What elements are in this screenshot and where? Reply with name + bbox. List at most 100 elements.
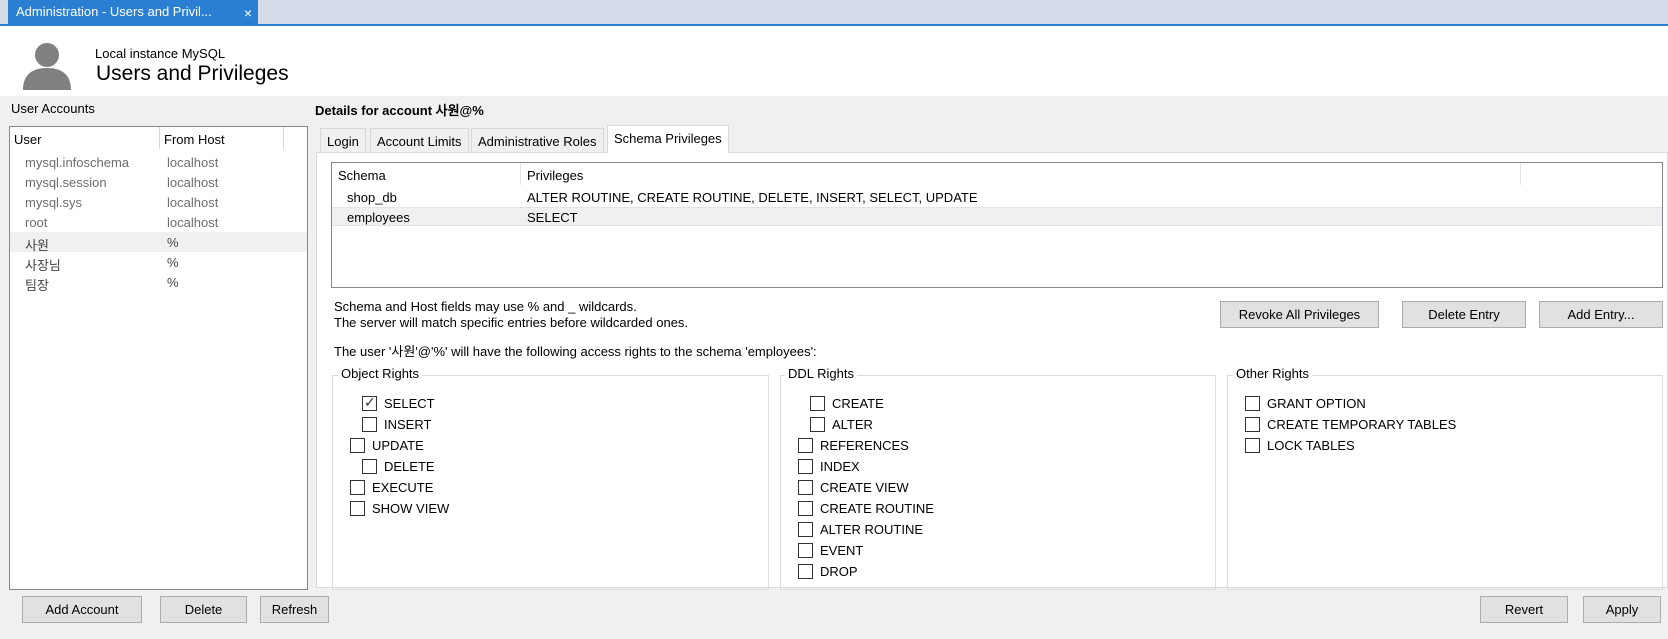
- add-entry-button[interactable]: Add Entry...: [1539, 301, 1663, 328]
- schema-name: shop_db: [347, 190, 397, 205]
- checkbox-drop[interactable]: DROP: [798, 564, 858, 582]
- checkbox-create-routine-box[interactable]: [798, 501, 813, 516]
- schema-privileges: ALTER ROUTINE, CREATE ROUTINE, DELETE, I…: [527, 190, 978, 205]
- column-header-privileges[interactable]: Privileges: [521, 163, 1521, 185]
- checkbox-references[interactable]: REFERENCES: [798, 438, 909, 456]
- user-host: localhost: [167, 215, 219, 230]
- checkbox-create[interactable]: CREATE: [810, 396, 884, 414]
- schema-privileges: SELECT: [527, 210, 578, 225]
- checkbox-index-box[interactable]: [798, 459, 813, 474]
- checkbox-alter-routine[interactable]: ALTER ROUTINE: [798, 522, 923, 540]
- checkbox-update-box[interactable]: [350, 438, 365, 453]
- revoke-all-privileges-button[interactable]: Revoke All Privileges: [1220, 301, 1379, 328]
- tab-account-limits[interactable]: Account Limits: [370, 128, 469, 153]
- user-name: root: [25, 215, 48, 230]
- table-row-selected[interactable]: employees SELECT: [332, 207, 1662, 226]
- user-host: %: [167, 275, 179, 290]
- user-row[interactable]: root localhost: [10, 212, 307, 232]
- checkbox-create-box[interactable]: [810, 396, 825, 411]
- checkbox-references-box[interactable]: [798, 438, 813, 453]
- column-header-from-host[interactable]: From Host: [160, 127, 284, 149]
- user-name: mysql.infoschema: [25, 155, 130, 170]
- tab-login[interactable]: Login: [320, 128, 366, 153]
- tab-administrative-roles[interactable]: Administrative Roles: [471, 128, 604, 153]
- checkbox-create-view[interactable]: CREATE VIEW: [798, 480, 909, 498]
- checkbox-create-routine[interactable]: CREATE ROUTINE: [798, 501, 934, 519]
- checkbox-drop-label: DROP: [820, 564, 858, 579]
- delete-account-button[interactable]: Delete: [160, 596, 247, 623]
- user-host: localhost: [167, 175, 219, 190]
- document-tab[interactable]: Administration - Users and Privil... ×: [8, 0, 258, 24]
- checkbox-insert[interactable]: INSERT: [362, 417, 431, 435]
- checkbox-grant-option-box[interactable]: [1245, 396, 1260, 411]
- checkbox-execute-box[interactable]: [350, 480, 365, 495]
- checkbox-delete[interactable]: DELETE: [362, 459, 435, 477]
- checkbox-references-label: REFERENCES: [820, 438, 909, 453]
- user-accounts-list[interactable]: User From Host mysql.infoschema localhos…: [9, 126, 308, 590]
- apply-button[interactable]: Apply: [1583, 596, 1661, 623]
- checkbox-update-label: UPDATE: [372, 438, 424, 453]
- checkbox-delete-box[interactable]: [362, 459, 377, 474]
- checkbox-lock-tables-box[interactable]: [1245, 438, 1260, 453]
- user-accounts-label: User Accounts: [11, 101, 95, 116]
- other-rights-title: Other Rights: [1233, 366, 1312, 381]
- checkbox-grant-option-label: GRANT OPTION: [1267, 396, 1366, 411]
- user-row[interactable]: mysql.sys localhost: [10, 192, 307, 212]
- checkbox-select-label: SELECT: [384, 396, 435, 411]
- checkbox-drop-box[interactable]: [798, 564, 813, 579]
- access-rights-note: The user '사원'@'%' will have the followin…: [334, 344, 817, 359]
- user-row-selected[interactable]: 사원 %: [10, 232, 307, 253]
- checkbox-create-view-box[interactable]: [798, 480, 813, 495]
- account-details-title: Details for account 사원@%: [315, 103, 484, 118]
- ddl-rights-title: DDL Rights: [785, 366, 857, 381]
- object-rights-title: Object Rights: [338, 366, 423, 381]
- checkbox-update[interactable]: UPDATE: [350, 438, 424, 456]
- user-row[interactable]: 팀장 %: [10, 272, 307, 293]
- checkbox-alter[interactable]: ALTER: [810, 417, 873, 435]
- checkbox-alter-label: ALTER: [832, 417, 873, 432]
- column-header-schema[interactable]: Schema: [332, 163, 521, 185]
- instance-name: Local instance MySQL: [95, 46, 226, 61]
- table-row[interactable]: shop_db ALTER ROUTINE, CREATE ROUTINE, D…: [332, 188, 1662, 207]
- user-host: localhost: [167, 195, 219, 210]
- page-header: Local instance MySQL Users and Privilege…: [0, 26, 1668, 96]
- checkbox-alter-box[interactable]: [810, 417, 825, 432]
- user-name: mysql.session: [25, 175, 107, 190]
- add-account-button[interactable]: Add Account: [22, 596, 142, 623]
- checkbox-grant-option[interactable]: GRANT OPTION: [1245, 396, 1366, 414]
- schema-privileges-table[interactable]: Schema Privileges shop_db ALTER ROUTINE,…: [331, 162, 1663, 288]
- checkbox-insert-label: INSERT: [384, 417, 432, 432]
- checkbox-event[interactable]: EVENT: [798, 543, 863, 561]
- user-silhouette-icon: [23, 43, 71, 90]
- checkbox-execute[interactable]: EXECUTE: [350, 480, 433, 498]
- checkbox-index[interactable]: INDEX: [798, 459, 860, 477]
- user-row[interactable]: 사장님 %: [10, 252, 307, 273]
- checkbox-lock-tables[interactable]: LOCK TABLES: [1245, 438, 1355, 456]
- wildcard-hint-2: The server will match specific entries b…: [334, 315, 689, 330]
- checkbox-show-view[interactable]: SHOW VIEW: [350, 501, 449, 519]
- user-host: %: [167, 235, 179, 250]
- user-row[interactable]: mysql.infoschema localhost: [10, 152, 307, 172]
- checkbox-select[interactable]: SELECT: [362, 394, 435, 414]
- checkbox-event-box[interactable]: [798, 543, 813, 558]
- revert-button[interactable]: Revert: [1480, 596, 1568, 623]
- column-header-user[interactable]: User: [10, 127, 160, 149]
- checkbox-index-label: INDEX: [820, 459, 860, 474]
- user-row[interactable]: mysql.session localhost: [10, 172, 307, 192]
- page-title: Users and Privileges: [96, 62, 289, 85]
- delete-entry-button[interactable]: Delete Entry: [1402, 301, 1526, 328]
- close-tab-icon[interactable]: ×: [244, 5, 252, 21]
- checkbox-event-label: EVENT: [820, 543, 864, 558]
- checkbox-create-temporary-tables[interactable]: CREATE TEMPORARY TABLES: [1245, 417, 1456, 435]
- checkbox-lock-tables-label: LOCK TABLES: [1267, 438, 1355, 453]
- checkbox-alter-routine-box[interactable]: [798, 522, 813, 537]
- checkbox-select-box[interactable]: [362, 394, 377, 411]
- checkbox-show-view-box[interactable]: [350, 501, 365, 516]
- checkbox-create-temporary-tables-box[interactable]: [1245, 417, 1260, 432]
- checkbox-insert-box[interactable]: [362, 417, 377, 432]
- checkbox-execute-label: EXECUTE: [372, 480, 434, 495]
- tab-schema-privileges[interactable]: Schema Privileges: [607, 125, 729, 153]
- checkbox-create-routine-label: CREATE ROUTINE: [820, 501, 934, 516]
- refresh-button[interactable]: Refresh: [260, 596, 329, 623]
- checkbox-create-temporary-tables-label: CREATE TEMPORARY TABLES: [1267, 417, 1457, 432]
